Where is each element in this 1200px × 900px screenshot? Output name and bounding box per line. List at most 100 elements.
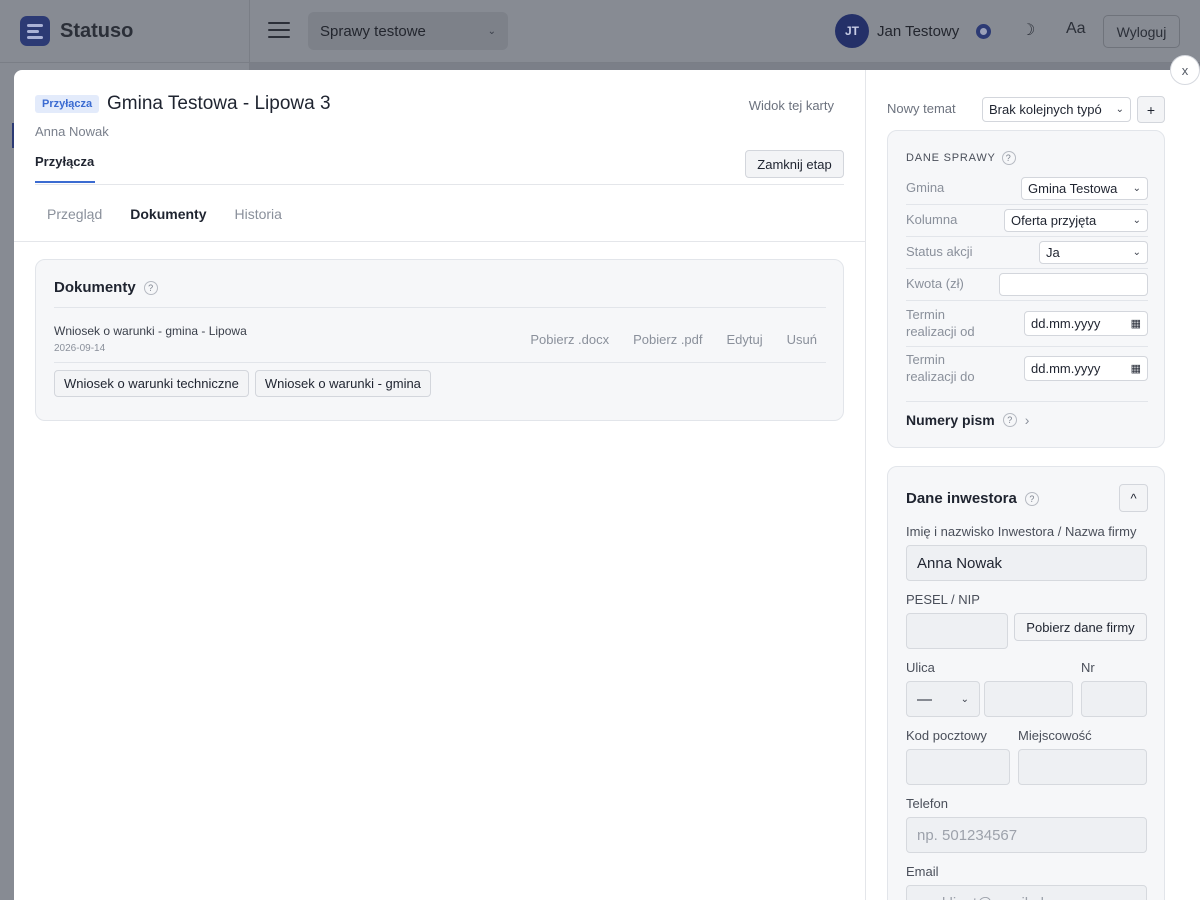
template-button-technical[interactable]: Wniosek o warunki techniczne: [54, 370, 249, 397]
investor-card: Dane inwestora ? ^ Imię i nazwisko Inwes…: [887, 466, 1165, 900]
pesel-input[interactable]: [906, 613, 1008, 649]
street-prefix-value: —: [917, 690, 932, 708]
document-actions: Pobierz .docx Pobierz .pdf Edytuj Usuń: [530, 332, 817, 347]
case-selector[interactable]: Sprawy testowe ⌄: [308, 12, 508, 50]
modal-sidebar: Nowy temat Brak kolejnych typó ⌄ + DANE …: [865, 70, 1200, 900]
font-size-toggle[interactable]: Aa: [1066, 20, 1086, 38]
tab-dokumenty[interactable]: Dokumenty: [130, 206, 206, 222]
field-label: Kwota (zł): [906, 276, 964, 291]
field-gmina: Gmina Gmina Testowa ⌄: [906, 177, 1148, 200]
chevron-down-icon: ⌄: [960, 693, 969, 705]
status-select-value: Ja: [1046, 245, 1060, 260]
investor-name-label: Imię i nazwisko Inwestora / Nazwa firmy: [906, 524, 1137, 539]
template-buttons: Wniosek o warunki techniczne Wniosek o w…: [54, 370, 431, 397]
divider: [906, 268, 1148, 269]
divider: [906, 401, 1148, 402]
divider: [54, 362, 826, 363]
collapse-button[interactable]: ^: [1119, 484, 1148, 512]
field-label: Gmina: [906, 180, 945, 195]
header-divider: [249, 0, 250, 63]
download-pdf-link[interactable]: Pobierz .pdf: [633, 332, 702, 347]
field-status-akcji: Status akcji Ja ⌄: [906, 241, 1148, 264]
app-header: Statuso Sprawy testowe ⌄ JT Jan Testowy …: [0, 0, 1200, 63]
add-topic-button[interactable]: +: [1137, 96, 1165, 123]
field-label: Kolumna: [906, 212, 958, 227]
postal-code-input[interactable]: [906, 749, 1010, 785]
street-input[interactable]: [984, 681, 1073, 717]
street-prefix-select[interactable]: — ⌄: [906, 681, 980, 717]
user-name: Jan Testowy: [877, 22, 960, 40]
amount-input[interactable]: [999, 273, 1148, 296]
moon-icon[interactable]: ☽: [1021, 20, 1035, 40]
city-input[interactable]: [1018, 749, 1147, 785]
help-icon[interactable]: ?: [1024, 491, 1039, 506]
letter-numbers-row[interactable]: Numery pism ? ›: [906, 412, 1029, 428]
date-to-value: dd.mm.yyyy: [1031, 361, 1101, 376]
divider: [35, 184, 844, 185]
menu-icon[interactable]: [268, 22, 290, 40]
divider: [906, 236, 1148, 237]
template-button-gmina[interactable]: Wniosek o warunki - gmina: [254, 370, 431, 397]
case-data-caption: DANE SPRAWY ?: [906, 151, 1016, 165]
delete-document-link[interactable]: Usuń: [787, 332, 817, 347]
field-label: Termin realizacji od: [906, 307, 975, 339]
chevron-down-icon: ⌄: [1132, 215, 1141, 226]
view-card-link[interactable]: Widok tej karty: [749, 98, 834, 113]
help-icon[interactable]: ?: [1002, 413, 1017, 427]
city-label: Miejscowość: [1018, 728, 1092, 743]
field-termin-do: Termin realizacji do dd.mm.yyyy ▦: [906, 350, 1148, 388]
avatar: JT: [835, 14, 869, 48]
divider: [906, 346, 1148, 347]
download-docx-link[interactable]: Pobierz .docx: [530, 332, 609, 347]
logout-button[interactable]: Wyloguj: [1103, 15, 1180, 48]
status-select[interactable]: Ja ⌄: [1039, 241, 1148, 264]
new-topic-select-value: Brak kolejnych typó: [989, 102, 1102, 117]
logo-text: Statuso: [60, 19, 134, 42]
status-indicator-icon[interactable]: [976, 24, 991, 39]
case-data-caption-text: DANE SPRAWY: [906, 152, 996, 164]
case-data-card: DANE SPRAWY ? Gmina Gmina Testowa ⌄ Kolu…: [887, 130, 1165, 448]
close-modal-button[interactable]: x: [1170, 55, 1200, 85]
calendar-icon[interactable]: ▦: [1131, 362, 1141, 375]
street-label: Ulica: [906, 660, 935, 675]
gmina-select-value: Gmina Testowa: [1028, 181, 1118, 196]
new-topic-label: Nowy temat: [887, 101, 956, 116]
investor-title-text: Dane inwestora: [906, 490, 1017, 507]
divider: [14, 241, 865, 242]
number-input[interactable]: [1081, 681, 1147, 717]
case-selector-label: Sprawy testowe: [320, 22, 426, 40]
fetch-company-data-button[interactable]: Pobierz dane firmy: [1014, 613, 1147, 641]
divider: [54, 307, 826, 308]
close-stage-button[interactable]: Zamknij etap: [745, 150, 844, 178]
tab-przeglad[interactable]: Przegląd: [47, 206, 102, 222]
kolumna-select[interactable]: Oferta przyjęta ⌄: [1004, 209, 1148, 232]
new-topic-select[interactable]: Brak kolejnych typó ⌄: [982, 97, 1131, 122]
logo[interactable]: Statuso: [20, 16, 133, 46]
date-from-input[interactable]: dd.mm.yyyy ▦: [1024, 311, 1148, 336]
tab-stage-przylacza[interactable]: Przyłącza: [35, 154, 94, 169]
chevron-down-icon: ⌄: [487, 25, 496, 37]
user-menu[interactable]: JT Jan Testowy: [835, 14, 959, 48]
modal-subtitle: Anna Nowak: [35, 124, 109, 139]
email-label: Email: [906, 864, 939, 879]
date-from-value: dd.mm.yyyy: [1031, 316, 1101, 331]
stage-badge: Przyłącza: [35, 95, 100, 113]
calendar-icon[interactable]: ▦: [1131, 317, 1141, 330]
divider: [906, 204, 1148, 205]
email-input[interactable]: np. klient@email.pl: [906, 885, 1147, 900]
help-icon[interactable]: ?: [1001, 151, 1016, 165]
documents-card: Dokumenty ? Wniosek o warunki - gmina - …: [35, 259, 844, 421]
letter-numbers-label: Numery pism: [906, 412, 995, 428]
edit-document-link[interactable]: Edytuj: [727, 332, 763, 347]
chevron-right-icon: ›: [1024, 412, 1030, 428]
phone-input[interactable]: np. 501234567: [906, 817, 1147, 853]
documents-title: Dokumenty ?: [54, 279, 158, 296]
tab-historia[interactable]: Historia: [235, 206, 282, 222]
help-icon[interactable]: ?: [143, 280, 158, 295]
subtabs: Przegląd Dokumenty Historia: [47, 206, 282, 222]
gmina-select[interactable]: Gmina Testowa ⌄: [1021, 177, 1148, 200]
date-to-input[interactable]: dd.mm.yyyy ▦: [1024, 356, 1148, 381]
field-label: Termin realizacji do: [906, 352, 975, 384]
investor-name-input[interactable]: Anna Nowak: [906, 545, 1147, 581]
documents-title-text: Dokumenty: [54, 279, 136, 296]
